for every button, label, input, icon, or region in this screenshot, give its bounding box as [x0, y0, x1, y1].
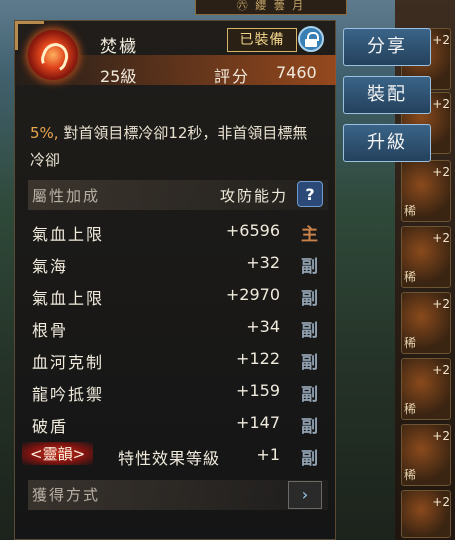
attribute-value: +122: [236, 349, 280, 368]
attribute-type-tag: 副: [301, 321, 318, 341]
ling-yun-badge: <靈韻>: [22, 442, 94, 465]
attribute-row: 氣海 +32 副: [32, 249, 322, 279]
attributes-title: 屬性加成: [32, 187, 101, 205]
equip-button[interactable]: 裝配: [343, 76, 431, 114]
attribute-type-tag: 副: [301, 417, 318, 437]
slot-rarity: 稀: [404, 336, 417, 350]
item-level: 25級: [100, 67, 137, 86]
slot-rarity: 稀: [404, 204, 417, 218]
attribute-name: 根骨: [32, 321, 69, 340]
attribute-name: 血河克制: [32, 353, 105, 372]
attribute-row: 破盾 +147 副: [32, 409, 322, 439]
ling-yun-row: <靈韻> 特性效果等級 +1 副: [22, 441, 322, 471]
attribute-type-tag: 副: [301, 449, 318, 469]
attribute-row: 氣血上限 +2970 副: [32, 281, 322, 311]
inventory-slot[interactable]: 稀 +2: [401, 160, 451, 222]
equipped-badge: 已裝備: [227, 28, 297, 52]
attribute-type-tag: 主: [301, 225, 318, 245]
description-percent: 5%,: [30, 124, 59, 142]
description-text: 對首領目標冷卻12秒，非首領目標無冷卻: [30, 124, 308, 169]
upgrade-button[interactable]: 升級: [343, 124, 431, 162]
attribute-value: +1: [256, 445, 280, 464]
slot-plus: +2: [432, 297, 450, 311]
slot-plus: +2: [432, 363, 450, 377]
attribute-type-tag: 副: [301, 385, 318, 405]
attribute-row: 血河克制 +122 副: [32, 345, 322, 375]
score-label: 評分: [214, 67, 251, 86]
attribute-name: 氣血上限: [32, 225, 105, 244]
inventory-slot[interactable]: +2: [401, 490, 451, 538]
attribute-value: +32: [246, 253, 280, 272]
inventory-slot[interactable]: 稀 +2: [401, 358, 451, 420]
attack-defense-label: 攻防能力: [220, 187, 289, 205]
attribute-name: 氣血上限: [32, 289, 105, 308]
attribute-value: +2970: [225, 285, 280, 304]
top-tab-label: ㊅ 纓 蕓 月: [195, 0, 347, 15]
slot-rarity: 稀: [404, 270, 417, 284]
slot-plus: +2: [432, 97, 450, 111]
attribute-value: +34: [246, 317, 280, 336]
attribute-name: 特性效果等級: [118, 449, 221, 468]
slot-plus: +2: [432, 495, 450, 509]
attribute-value: +159: [236, 381, 280, 400]
attribute-value: +147: [236, 413, 280, 432]
score-value: 7460: [276, 63, 317, 82]
inventory-slot[interactable]: 稀 +2: [401, 424, 451, 486]
attribute-type-tag: 副: [301, 257, 318, 277]
attribute-type-tag: 副: [301, 353, 318, 373]
attribute-name: 氣海: [32, 257, 69, 276]
slot-plus: +2: [432, 33, 450, 47]
attribute-name: 龍吟抵禦: [32, 385, 105, 404]
share-button[interactable]: 分享: [343, 28, 431, 66]
slot-rarity: 稀: [404, 468, 417, 482]
source-title: 獲得方式: [32, 486, 101, 504]
help-icon[interactable]: ?: [297, 181, 323, 207]
attribute-name: 破盾: [32, 417, 69, 436]
attribute-row: 龍吟抵禦 +159 副: [32, 377, 322, 407]
arrow-right-icon[interactable]: ›: [288, 481, 322, 509]
item-description: 5%, 對首領目標冷卻12秒，非首領目標無冷卻: [30, 120, 320, 174]
attribute-row: 根骨 +34 副: [32, 313, 322, 343]
lock-icon[interactable]: [298, 26, 324, 52]
attribute-value: +6596: [225, 221, 280, 240]
attribute-type-tag: 副: [301, 289, 318, 309]
inventory-slot[interactable]: 稀 +2: [401, 226, 451, 288]
slot-plus: +2: [432, 231, 450, 245]
item-name: 焚檅: [100, 37, 138, 57]
slot-rarity: 稀: [404, 402, 417, 416]
inventory-slot[interactable]: 稀 +2: [401, 292, 451, 354]
slot-plus: +2: [432, 429, 450, 443]
slot-plus: +2: [432, 165, 450, 179]
attribute-row: 氣血上限 +6596 主: [32, 217, 322, 247]
item-flame-icon: [26, 28, 80, 82]
